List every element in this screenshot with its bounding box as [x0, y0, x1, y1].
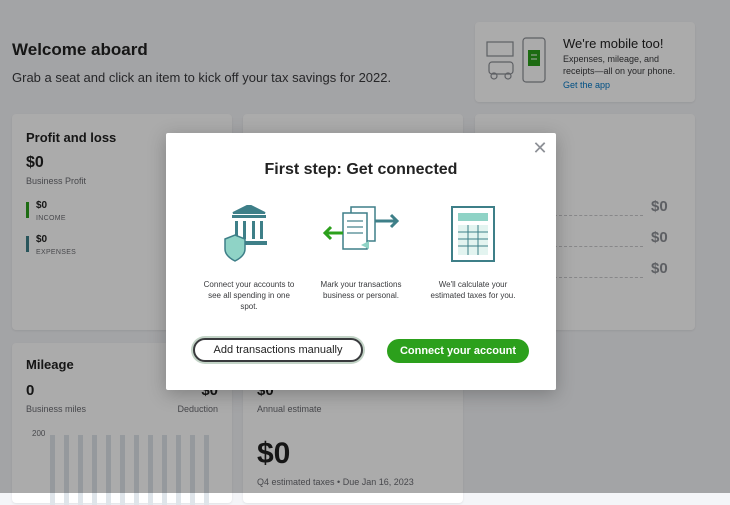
- step-mark-text: Mark your transactions business or perso…: [320, 280, 402, 300]
- connect-account-button[interactable]: Connect your account: [387, 339, 529, 363]
- transactions-arrows-icon: [322, 206, 400, 250]
- step-calculate-taxes: We'll calculate your estimated taxes for…: [423, 205, 523, 301]
- add-transactions-manually-button[interactable]: Add transactions manually: [193, 338, 363, 362]
- step-connect-accounts: Connect your accounts to see all spendin…: [199, 205, 299, 312]
- get-connected-modal: ✕ First step: Get connected Connect your…: [166, 133, 556, 390]
- modal-title: First step: Get connected: [264, 161, 458, 178]
- step-connect-text: Connect your accounts to see all spendin…: [203, 280, 295, 311]
- step-mark-transactions: Mark your transactions business or perso…: [311, 205, 411, 301]
- bank-shield-icon: [224, 205, 267, 262]
- tax-calculator-icon: [451, 206, 495, 262]
- step-calculate-text: We'll calculate your estimated taxes for…: [430, 280, 516, 300]
- close-icon[interactable]: ✕: [532, 139, 548, 157]
